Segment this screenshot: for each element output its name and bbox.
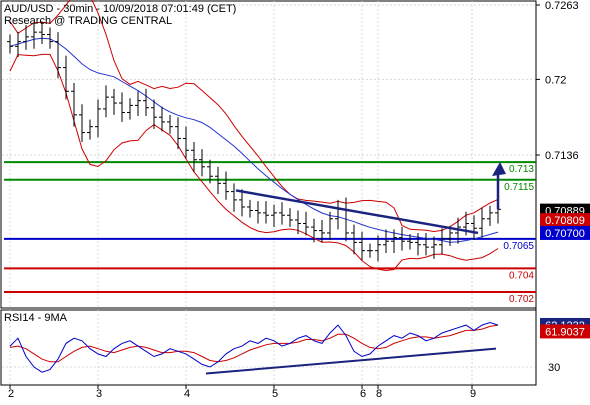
level-label: 0.702 [509,294,534,305]
ma-price-tag: 0.70700 [545,228,585,240]
x-tick-label: 6 [360,388,366,400]
x-tick-label: 9 [470,388,476,400]
x-tick-label: 5 [272,388,278,400]
x-tick-label: 8 [376,388,382,400]
y-tick-label: 0.7136 [545,150,579,162]
x-tick-label: 4 [184,388,190,400]
chart-root: 0.713 0.7115 0.7065 0.704 0.702 2 3 4 5 6 8 9 0.726… [0,0,590,400]
y-tick-label: 0.72 [545,74,566,86]
chart-svg: 0.7130.71150.70650.7040.702 2 3 4 5 6 8 90.726… [0,0,590,400]
level-label: 0.7065 [503,241,534,252]
level-label: 0.7115 [504,182,534,193]
level-label: 0.713 [509,164,534,175]
band-price-tag: 0.70809 [545,215,585,227]
y-tick-label: 0.7263 [545,0,579,12]
level-label: 0.704 [509,270,534,281]
x-tick-label: 3 [96,388,102,400]
x-tick-label: 2 [8,388,14,400]
rsi-title: RSI14 - 9MA [4,312,68,324]
price-tags: 0.708890.708090.7070062.123261.9037 [540,203,590,339]
chart-subtitle: Research @ TRADING CENTRAL [4,15,172,27]
rsi-signal-tag: 61.9037 [545,326,585,338]
chart-title: AUD/USD - 30min - 10/09/2018 07:01:49 (C… [4,3,236,15]
rsi-y-tick-label: 30 [548,362,560,374]
